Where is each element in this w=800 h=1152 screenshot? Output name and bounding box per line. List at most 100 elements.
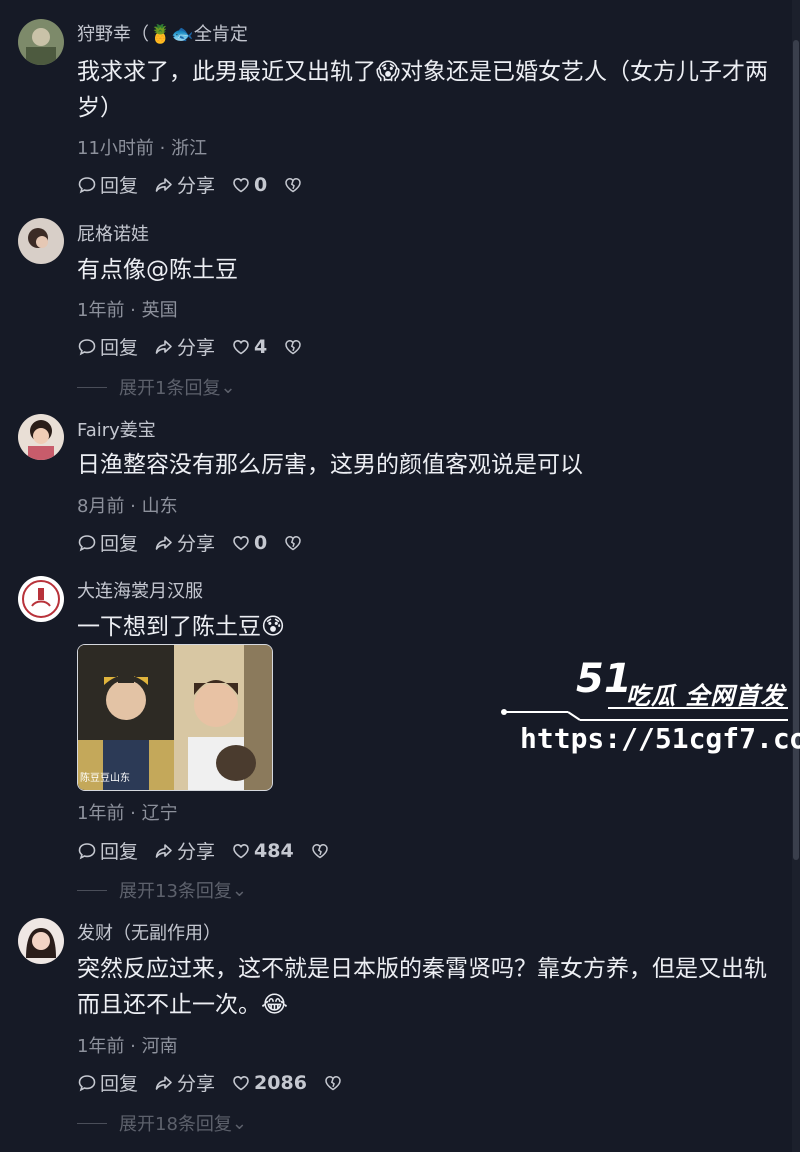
share-button[interactable]: 分享 <box>154 837 215 864</box>
dislike-button[interactable] <box>323 1073 346 1093</box>
comment-text: 突然反应过来，这不就是日本版的秦霄贤吗？靠女方养，但是又出轨而且还不止一次。😂 <box>77 956 767 1018</box>
avatar[interactable] <box>18 19 64 65</box>
comment-meta: 1年前 · 辽宁 <box>77 803 178 824</box>
comment-meta: 8月前 · 山东 <box>77 496 178 517</box>
username[interactable]: 屁格诺娃 <box>77 220 149 246</box>
username[interactable]: 大连海裳月汉服 <box>77 577 203 603</box>
heart-icon <box>233 339 249 354</box>
broken-heart-icon <box>285 535 302 550</box>
broken-heart-icon <box>285 177 302 192</box>
photo-caption: 陈豆豆山东 <box>80 773 130 784</box>
scrollbar[interactable] <box>792 0 800 1152</box>
comment-actions: 回复 分享 2086 <box>77 1069 362 1096</box>
comment-actions: 回复 分享 0 <box>77 171 322 198</box>
reply-label: 回复 <box>100 337 139 359</box>
expand-replies-button[interactable]: 展开13条回复 ⌄ <box>77 877 247 903</box>
expand-replies-label: 展开13条回复 <box>119 881 232 902</box>
comment-bubble-icon <box>78 842 96 859</box>
comment-text: 一下想到了陈土豆😰 <box>77 614 285 640</box>
like-button[interactable]: 0 <box>231 532 267 554</box>
like-button[interactable]: 2086 <box>231 1072 307 1094</box>
avatar[interactable] <box>18 576 64 622</box>
comment-actions: 回复 分享 484 <box>77 837 349 864</box>
watermark-number: 51 <box>576 656 632 702</box>
expand-replies-button[interactable]: 展开18条回复 ⌄ <box>77 1110 247 1136</box>
share-icon <box>155 177 172 192</box>
comment-bubble-icon <box>78 534 96 551</box>
reply-button[interactable]: 回复 <box>77 1069 138 1096</box>
share-button[interactable]: 分享 <box>154 171 215 198</box>
share-button[interactable]: 分享 <box>154 333 215 360</box>
username[interactable]: 发财（无副作用） <box>77 919 221 945</box>
comment-meta: 1年前 · 英国 <box>77 300 178 321</box>
dislike-button[interactable] <box>310 841 333 861</box>
reply-button[interactable]: 回复 <box>77 333 138 360</box>
like-count: 0 <box>254 531 268 554</box>
dislike-button[interactable] <box>283 175 306 195</box>
heart-icon <box>233 1075 249 1090</box>
comment-meta: 11小时前 · 浙江 <box>77 138 208 159</box>
reply-label: 回复 <box>100 1073 139 1095</box>
expand-replies-label: 展开18条回复 <box>119 1114 232 1135</box>
like-count: 484 <box>254 839 294 862</box>
like-button[interactable]: 484 <box>231 840 294 862</box>
divider-line <box>77 1122 107 1124</box>
divider-line <box>77 386 107 388</box>
comment-actions: 回复 分享 0 <box>77 529 322 556</box>
like-button[interactable]: 4 <box>231 336 267 358</box>
reply-label: 回复 <box>100 841 139 863</box>
photo-right <box>174 645 272 790</box>
heart-icon <box>233 843 249 858</box>
divider-line <box>77 889 107 891</box>
dislike-button[interactable] <box>283 337 306 357</box>
comment-text: 日渔整容没有那么厉害，这男的颜值客观说是可以 <box>77 452 583 478</box>
share-icon <box>155 843 172 858</box>
reply-label: 回复 <box>100 175 139 197</box>
comment-text: 有点像@陈土豆 <box>77 257 238 283</box>
broken-heart-icon <box>285 339 302 354</box>
photo-left: 陈豆豆山东 <box>78 645 174 790</box>
watermark-url: https://51cgf7.com <box>520 722 800 755</box>
reply-button[interactable]: 回复 <box>77 837 138 864</box>
heart-icon <box>233 177 249 192</box>
chevron-down-icon: ⌄ <box>231 879 247 901</box>
reply-button[interactable]: 回复 <box>77 529 138 556</box>
share-button[interactable]: 分享 <box>154 1069 215 1096</box>
comment-text: 我求求了，此男最近又出轨了😱对象还是已婚女艺人（女方儿子才两岁） <box>77 59 768 121</box>
share-label: 分享 <box>177 1073 216 1095</box>
share-icon <box>155 339 172 354</box>
chevron-down-icon: ⌄ <box>231 1112 247 1134</box>
expand-replies-label: 展开1条回复 <box>119 378 221 399</box>
dislike-button[interactable] <box>283 533 306 553</box>
username[interactable]: 狩野幸（🍍🐟全肯定 <box>77 20 248 46</box>
share-icon <box>155 535 172 550</box>
comment-actions: 回复 分享 4 <box>77 333 322 360</box>
avatar[interactable] <box>18 414 64 460</box>
broken-heart-icon <box>311 843 328 858</box>
circuit-line-graphic <box>501 707 788 721</box>
like-button[interactable]: 0 <box>231 174 267 196</box>
like-count: 0 <box>254 173 268 196</box>
like-count: 2086 <box>254 1071 307 1094</box>
watermark: 51 吃瓜 全网首发 https://51cgf7.com <box>498 656 800 770</box>
username[interactable]: Fairy姜宝 <box>77 416 156 442</box>
share-label: 分享 <box>177 337 216 359</box>
comment-bubble-icon <box>78 1074 96 1091</box>
reply-button[interactable]: 回复 <box>77 171 138 198</box>
comment-bubble-icon <box>78 338 96 355</box>
share-icon <box>155 1075 172 1090</box>
like-count: 4 <box>254 335 268 358</box>
photo-thumbnail[interactable]: 陈豆豆山东 <box>77 644 273 791</box>
expand-replies-button[interactable]: 展开1条回复 ⌄ <box>77 374 236 400</box>
share-label: 分享 <box>177 175 216 197</box>
chevron-down-icon: ⌄ <box>220 376 236 398</box>
reply-label: 回复 <box>100 533 139 555</box>
comment-meta: 1年前 · 河南 <box>77 1036 178 1057</box>
share-label: 分享 <box>177 533 216 555</box>
comment-bubble-icon <box>78 176 96 193</box>
avatar[interactable] <box>18 218 64 264</box>
avatar[interactable] <box>18 918 64 964</box>
heart-icon <box>233 535 249 550</box>
share-button[interactable]: 分享 <box>154 529 215 556</box>
broken-heart-icon <box>325 1075 341 1090</box>
